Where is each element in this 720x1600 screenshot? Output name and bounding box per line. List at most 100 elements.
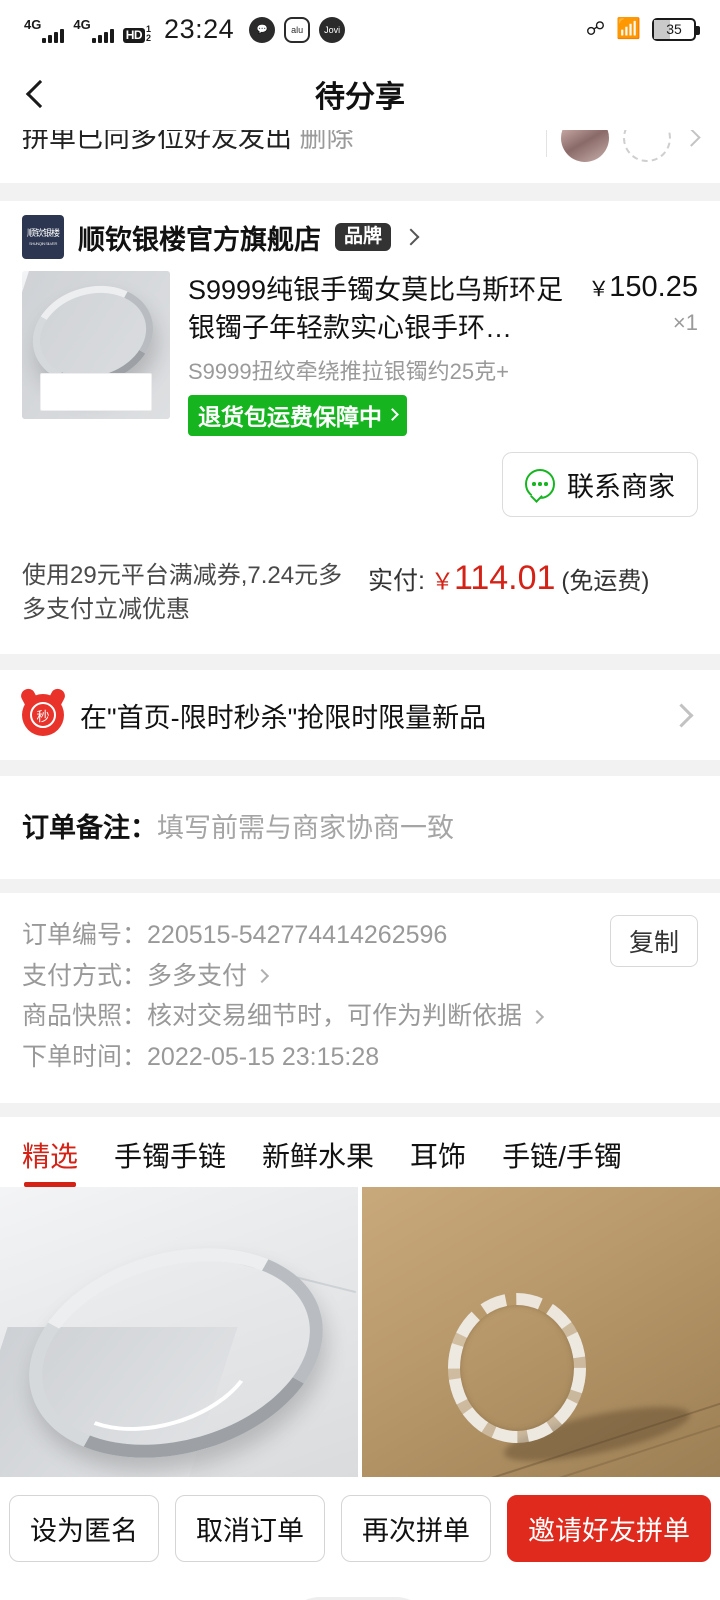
paid-amount: ￥114.01 xyxy=(431,559,555,598)
status-bar-clock: 23:24 xyxy=(164,13,235,44)
payment-method-label: 支付方式： xyxy=(22,961,148,990)
tab-fruit[interactable]: 新鲜水果 xyxy=(262,1135,374,1187)
flash-sale-banner[interactable]: 秒 在"首页-限时秒杀"抢限时限量新品 xyxy=(0,670,720,761)
order-product-card: 顺钦银楼 SHUNQIN SILVER 顺钦银楼官方旗舰店 品牌 S9999纯银… xyxy=(0,201,720,655)
hd-sub: 2 xyxy=(146,32,152,43)
recommendation-card-ring[interactable] xyxy=(362,1187,720,1478)
wechat-icon: 💬 xyxy=(249,16,276,43)
product-title-price: S9999纯银手镯女莫比乌斯环足银镯子年轻款实心银手环… ￥150.25 ×1 xyxy=(188,271,698,348)
free-shipping-label: (免运费) xyxy=(561,567,650,595)
status-bar-left: 4G 4G HD 1 2 23:24 💬 alu Jovi xyxy=(24,13,586,44)
section-gap xyxy=(0,183,720,201)
signal-bars-1 xyxy=(42,28,65,43)
tab-chains[interactable]: 手链/手镯 xyxy=(502,1135,622,1187)
product-price-block: ￥150.25 ×1 xyxy=(588,271,698,348)
tab-jingxuan[interactable]: 精选 xyxy=(22,1135,78,1188)
order-number-row: 订单编号： 220515-542774414262596 xyxy=(22,915,698,956)
order-details-block: 复制 订单编号： 220515-542774414262596 支付方式： 多多… xyxy=(0,893,720,1104)
refund-guarantee-label: 退货包运费保障中 xyxy=(198,403,382,430)
payment-method-value: 多多支付 xyxy=(147,961,248,990)
copy-button[interactable]: 复制 xyxy=(609,915,698,968)
wifi-icon: 📶 xyxy=(616,18,641,40)
section-gap xyxy=(0,1103,720,1118)
share-delete-label[interactable]: 删除 xyxy=(300,130,354,153)
set-anonymous-button[interactable]: 设为匿名 xyxy=(9,1495,159,1563)
status-bar-right: ☍ 📶 35 xyxy=(585,17,700,41)
product-thumbnail[interactable] xyxy=(22,271,170,419)
order-remark-label: 订单备注： xyxy=(22,813,157,844)
chevron-right-icon[interactable] xyxy=(529,1009,545,1024)
coupon-description: 使用29元平台满减券,7.24元多多支付立减优惠 xyxy=(22,561,343,624)
contact-row: 联系商家 xyxy=(0,446,720,537)
status-bar: 4G 4G HD 1 2 23:24 💬 alu Jovi ☍ 📶 35 xyxy=(0,0,720,58)
product-info: S9999纯银手镯女莫比乌斯环足银镯子年轻款实心银手环… ￥150.25 ×1 … xyxy=(188,271,698,436)
invite-friends-button[interactable]: 邀请好友拼单 xyxy=(507,1495,711,1563)
recommendation-card-bangle[interactable] xyxy=(0,1187,358,1478)
alipay-icon: alu xyxy=(284,16,311,43)
back-chevron-icon[interactable] xyxy=(25,79,55,109)
chevron-right-icon[interactable] xyxy=(682,130,701,147)
share-progress-row[interactable]: 拼单已向多位好友发出 删除 xyxy=(0,130,720,183)
refund-guarantee-badge[interactable]: 退货包运费保障中 xyxy=(188,394,407,436)
signal-bars-2 xyxy=(91,28,114,43)
system-navigation-bar: 大家坛@多年以后666 xyxy=(0,1582,720,1600)
battery-icon: 35 xyxy=(652,17,700,41)
reorder-button[interactable]: 再次拼单 xyxy=(341,1495,491,1563)
alarm-clock-icon: 秒 xyxy=(22,694,64,737)
chevron-right-icon[interactable] xyxy=(669,703,694,728)
share-progress-text: 拼单已向多位好友发出 删除 xyxy=(22,130,354,155)
paid-label: 实付: xyxy=(368,566,425,595)
chevron-right-icon[interactable] xyxy=(402,228,420,246)
participant-avatars xyxy=(546,130,701,162)
jovi-icon: Jovi xyxy=(319,16,346,43)
order-number-label: 订单编号： xyxy=(22,921,148,950)
alarm-clock-label: 秒 xyxy=(30,702,56,729)
order-remark-row[interactable]: 订单备注： 填写前需与商家协商一致 xyxy=(0,776,720,880)
section-gap xyxy=(0,760,720,777)
hd-sub-digits: 1 2 xyxy=(146,24,152,43)
network-type-2: 4G xyxy=(73,16,91,32)
order-time-row: 下单时间： 2022-05-15 23:15:28 xyxy=(22,1037,698,1078)
chevron-right-icon[interactable] xyxy=(254,968,270,984)
price-value: 150.25 xyxy=(609,271,698,303)
product-snapshot-label: 商品快照： xyxy=(22,1002,148,1031)
contact-merchant-button[interactable]: 联系商家 xyxy=(502,451,698,517)
signal-icon-1: 4G xyxy=(24,18,65,43)
recommendation-tabs: 精选 手镯手链 新鲜水果 耳饰 手链/手镯 xyxy=(0,1117,720,1188)
avatar xyxy=(561,130,609,162)
product-title: S9999纯银手镯女莫比乌斯环足银镯子年轻款实心银手环… xyxy=(188,275,564,344)
product-spec: S9999扭纹牵绕推拉银镯约25克+ xyxy=(188,358,509,384)
payment-summary-row: 使用29元平台满减券,7.24元多多支付立减优惠 实付: ￥114.01 (免运… xyxy=(0,537,720,655)
signal-icon-2: 4G xyxy=(73,16,114,43)
recommendation-grid xyxy=(0,1187,720,1478)
recommendation-section: 精选 手镯手链 新鲜水果 耳饰 手链/手镯 xyxy=(0,1117,720,1478)
product-row[interactable]: S9999纯银手镯女莫比乌斯环足银镯子年轻款实心银手环… ￥150.25 ×1 … xyxy=(0,267,720,446)
paid-amount-block: 实付: ￥114.01 (免运费) xyxy=(368,559,698,598)
page-header: 待分享 xyxy=(0,58,720,130)
currency-symbol: ￥ xyxy=(430,567,454,594)
chevron-right-icon xyxy=(386,408,399,422)
tab-bracelets[interactable]: 手镯手链 xyxy=(114,1135,226,1187)
payment-method-row[interactable]: 支付方式： 多多支付 xyxy=(22,956,698,997)
flash-sale-text: 在"首页-限时秒杀"抢限时限量新品 xyxy=(80,702,487,733)
product-price: ￥150.25 xyxy=(588,271,698,304)
product-quantity: ×1 xyxy=(672,310,698,335)
add-participant-icon[interactable] xyxy=(623,130,671,162)
tab-earrings[interactable]: 耳饰 xyxy=(410,1135,466,1187)
product-snapshot-value: 核对交易细节时，可作为判断依据 xyxy=(147,1002,523,1031)
section-gap xyxy=(0,879,720,894)
cancel-order-button[interactable]: 取消订单 xyxy=(175,1495,325,1563)
chat-bubble-icon xyxy=(525,469,555,500)
order-time-value: 2022-05-15 23:15:28 xyxy=(147,1042,380,1071)
battery-level: 35 xyxy=(666,21,682,37)
store-row[interactable]: 顺钦银楼 SHUNQIN SILVER 顺钦银楼官方旗舰店 品牌 xyxy=(0,201,720,267)
order-number-value: 220515-542774414262596 xyxy=(147,921,448,950)
bluetooth-icon: ☍ xyxy=(585,18,606,40)
store-name[interactable]: 顺钦银楼官方旗舰店 xyxy=(78,218,321,257)
product-snapshot-row[interactable]: 商品快照： 核对交易细节时，可作为判断依据 xyxy=(22,996,698,1037)
paid-value: 114.01 xyxy=(453,558,556,597)
store-logo-line1: 顺钦银楼 xyxy=(26,227,60,238)
order-remark-input[interactable]: 填写前需与商家协商一致 xyxy=(157,806,454,845)
hd-voice-icon: HD 1 2 xyxy=(122,24,152,43)
store-logo: 顺钦银楼 SHUNQIN SILVER xyxy=(22,215,64,259)
